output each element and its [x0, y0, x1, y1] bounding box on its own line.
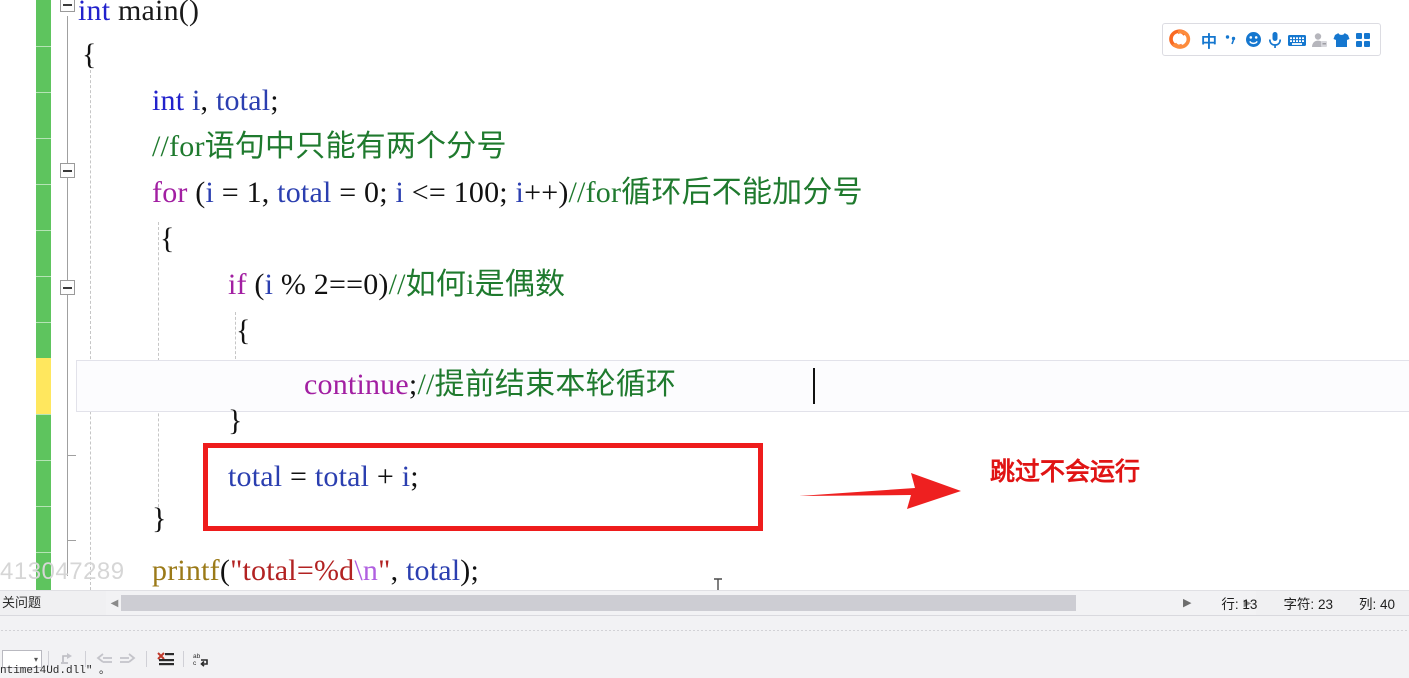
- token-two-eq-zero: 2==0: [313, 268, 379, 301]
- code-line-13-printf[interactable]: printf("total=%d\n", total);: [152, 548, 479, 590]
- token-i-incr: i: [515, 176, 525, 209]
- token-semi-2: ;: [499, 176, 516, 209]
- ime-skin-button[interactable]: [1330, 27, 1352, 53]
- token-total-arg: total: [405, 554, 461, 587]
- code-line-8[interactable]: {: [236, 308, 251, 354]
- text-caret: [813, 368, 815, 404]
- code-line-9-continue[interactable]: continue;//提前结束本轮循环: [304, 362, 676, 408]
- ime-emoji-button[interactable]: [1242, 27, 1264, 53]
- code-line-6[interactable]: {: [160, 216, 175, 262]
- code-line-4-comment[interactable]: //for语句中只能有两个分号: [152, 124, 507, 170]
- token-int-type: int: [152, 84, 185, 117]
- token-for-open-brace: {: [160, 222, 175, 255]
- token-zero: 0: [364, 176, 380, 209]
- token-printf-end: );: [460, 554, 480, 587]
- toggle-word-wrap-button[interactable]: ab c: [190, 649, 214, 669]
- token-paren-open: (: [187, 176, 206, 209]
- ime-user-account-button[interactable]: [1308, 27, 1330, 53]
- horizontal-scroll-thumb[interactable]: [121, 595, 1076, 611]
- application-window: int main() { int i, total; //for语句中只能有两个…: [0, 0, 1409, 678]
- token-modulo: %: [273, 268, 314, 301]
- token-if-i: i: [264, 268, 274, 301]
- token-incr: ++): [524, 176, 569, 209]
- token-if-paren: (: [246, 268, 265, 301]
- comment-even-check: //如何i是偶数: [388, 268, 566, 301]
- token-hundred: 100: [453, 176, 500, 209]
- status-char-number: 字符: 23: [1283, 596, 1333, 612]
- code-line-5-for[interactable]: for (i = 1, total = 0; i <= 100; i++)//f…: [152, 170, 863, 216]
- annotation-red-box: [203, 443, 763, 531]
- token-assign-1: =: [214, 176, 247, 209]
- code-editor[interactable]: int main() { int i, total; //for语句中只能有两个…: [0, 0, 1409, 590]
- watermark-text: 413047289: [0, 558, 125, 585]
- mouse-ibeam-cursor: [714, 578, 722, 590]
- token-quote-open: ": [230, 554, 243, 587]
- comment-for-semicolons: //for语句中只能有两个分号: [152, 130, 507, 163]
- svg-text:c: c: [193, 660, 197, 667]
- token-for: for: [152, 176, 188, 209]
- code-line-1[interactable]: int main(): [78, 0, 199, 34]
- annotation-note-text: 跳过不会运行: [990, 457, 1141, 486]
- token-le: <=: [404, 176, 454, 209]
- token-semicolon: ;: [270, 84, 279, 117]
- code-line-10[interactable]: }: [228, 398, 243, 444]
- token-arg-comma: ,: [390, 554, 406, 587]
- token-total-init: total: [277, 176, 332, 209]
- annotation-red-arrow: [799, 473, 961, 509]
- token-comma: ,: [200, 84, 216, 117]
- token-if-close-brace: }: [228, 404, 243, 437]
- panel-grip-dots[interactable]: [0, 629, 1409, 631]
- code-line-3[interactable]: int i, total;: [152, 78, 279, 124]
- token-var-total: total: [215, 84, 271, 117]
- ime-punctuation-toggle[interactable]: [1220, 27, 1242, 53]
- ime-mode-chinese[interactable]: 中: [1198, 27, 1220, 53]
- ime-toolbox-button[interactable]: [1352, 27, 1374, 53]
- token-semi-1: ;: [379, 176, 396, 209]
- token-var-i: i: [184, 84, 201, 117]
- play-icon[interactable]: ▶: [1183, 596, 1191, 609]
- token-int: int: [78, 0, 111, 27]
- error-list-label[interactable]: 关问题: [0, 591, 106, 615]
- toolbar-divider-4: [183, 651, 184, 667]
- token-main: main(): [110, 0, 200, 27]
- panel-divider: [0, 615, 1409, 616]
- code-line-7-if[interactable]: if (i % 2==0)//如何i是偶数: [228, 262, 565, 308]
- token-continue: continue: [304, 368, 409, 401]
- clear-all-button[interactable]: [153, 649, 177, 669]
- output-panel-text: ntime14Ud.dll" 。: [0, 665, 111, 677]
- code-line-12[interactable]: }: [152, 496, 167, 542]
- toolbar-divider-3: [146, 651, 147, 667]
- comment-for-no-semicolon: //for循环后不能加分号: [568, 176, 863, 209]
- token-format-string: total=%d: [242, 554, 355, 587]
- token-one: 1: [246, 176, 262, 209]
- svg-text:ab: ab: [193, 653, 201, 660]
- status-line-number: 行: 13: [1221, 596, 1258, 612]
- token-open-brace: {: [82, 38, 97, 71]
- status-column-number: 列: 40: [1358, 596, 1395, 612]
- output-panel-toolbar[interactable]: ▾ ab c: [0, 646, 1409, 672]
- next-message-button[interactable]: [116, 649, 140, 669]
- token-comma-2: ,: [261, 176, 278, 209]
- token-escape-newline: \n: [354, 554, 379, 587]
- comment-end-iteration: //提前结束本轮循环: [417, 368, 677, 401]
- token-printf-paren: (: [219, 554, 231, 587]
- token-for-close-brace: }: [152, 502, 167, 535]
- code-line-2[interactable]: {: [82, 32, 97, 78]
- token-if-paren-close: ): [378, 268, 389, 301]
- token-if-open-brace: {: [236, 314, 251, 347]
- token-if: if: [228, 268, 247, 301]
- status-bar-right: ▶ 行: 13 字符: 23 列: 40: [1183, 590, 1409, 615]
- token-i-cond: i: [395, 176, 405, 209]
- sogou-logo-icon[interactable]: [1165, 26, 1193, 54]
- sogou-ime-toolbar[interactable]: 中: [1162, 23, 1381, 56]
- token-i-init: i: [205, 176, 215, 209]
- ime-voice-input-button[interactable]: [1264, 27, 1286, 53]
- token-assign-2: =: [331, 176, 365, 209]
- token-printf: printf: [152, 554, 220, 587]
- horizontal-scroll-track[interactable]: ◀ ▶: [106, 591, 1256, 615]
- ime-soft-keyboard-button[interactable]: [1286, 27, 1308, 53]
- token-quote-close: ": [378, 554, 391, 587]
